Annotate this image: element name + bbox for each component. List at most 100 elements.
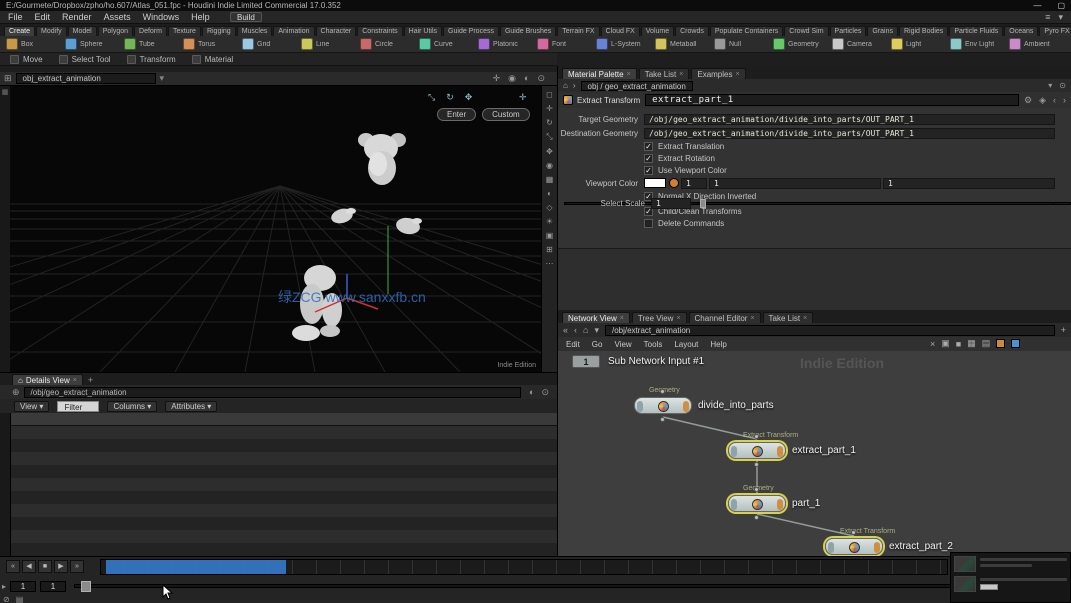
checkbox[interactable]: ✓ bbox=[644, 142, 653, 151]
table-row[interactable] bbox=[11, 491, 557, 504]
color-value-field[interactable]: 1 bbox=[709, 178, 881, 189]
shelf-tool[interactable]: L-System bbox=[596, 38, 653, 50]
select-icon[interactable]: ◻ bbox=[546, 90, 553, 99]
shelf-tool[interactable]: Light bbox=[891, 38, 948, 50]
viewport-menu-icon[interactable]: ⊞ bbox=[4, 73, 12, 84]
shelf-tool[interactable]: Platonic bbox=[478, 38, 535, 50]
pin-icon[interactable]: ⊙ bbox=[537, 73, 545, 84]
network-pane-tab[interactable]: Tree View × bbox=[632, 312, 687, 323]
network-pane-tab[interactable]: Take List × bbox=[763, 312, 814, 323]
frame-slider[interactable] bbox=[74, 584, 1004, 588]
param-path-field[interactable]: /obj/geo_extract_animation/divide_into_p… bbox=[644, 128, 1055, 139]
scale-handle-icon[interactable]: ⤡ bbox=[428, 92, 435, 103]
maximize-button[interactable]: ▢ bbox=[1057, 1, 1065, 10]
range-toggle-icon[interactable]: ▸ bbox=[2, 582, 6, 591]
network-menu-item[interactable]: Layout bbox=[674, 340, 698, 349]
color-ramp-swatch[interactable] bbox=[669, 178, 679, 188]
menu-item[interactable]: Help bbox=[191, 12, 210, 22]
toolbar-item[interactable]: Transform bbox=[127, 55, 176, 64]
details-pane-tab[interactable]: ⌂ Details View × bbox=[12, 374, 83, 385]
desktop-selector[interactable]: Build bbox=[230, 12, 262, 22]
shelf-tool[interactable]: Font bbox=[537, 38, 594, 50]
node-input-connector[interactable] bbox=[851, 530, 856, 535]
table-row[interactable] bbox=[11, 517, 557, 530]
shelf-tool[interactable]: Box bbox=[6, 38, 63, 50]
viewport-pill-button[interactable]: Enter bbox=[437, 108, 476, 121]
toolbar-item[interactable]: Select Tool bbox=[59, 55, 111, 64]
attributes-dropdown[interactable]: Attributes ▾ bbox=[165, 401, 217, 412]
shelf-tool[interactable]: Env Light bbox=[950, 38, 1007, 50]
snap-icon[interactable]: ▦ bbox=[546, 175, 554, 184]
filter-input[interactable]: Filter bbox=[57, 401, 99, 412]
shelf-tool[interactable]: Sphere bbox=[65, 38, 122, 50]
node-input-connector[interactable] bbox=[660, 389, 665, 394]
node-input-flag[interactable] bbox=[731, 446, 737, 457]
network-node-extract_part_1[interactable]: Extract Transformextract_part_1 bbox=[728, 442, 786, 459]
node-output-connector[interactable] bbox=[754, 462, 759, 467]
shelf-tab[interactable]: Model bbox=[68, 26, 97, 36]
shelf-tab[interactable]: Pyro FX bbox=[1039, 26, 1071, 36]
frame-current-field[interactable]: 1 bbox=[40, 581, 66, 592]
toolbar-item[interactable]: Move bbox=[10, 55, 43, 64]
wireframe-icon[interactable]: ◇ bbox=[546, 203, 552, 212]
translate-icon[interactable]: ✛ bbox=[546, 104, 553, 113]
dropdown-arrow-icon[interactable]: ▾ bbox=[594, 325, 599, 336]
copy-icon[interactable]: ▣ bbox=[941, 338, 950, 349]
pan-icon[interactable]: ✥ bbox=[546, 147, 553, 156]
network-menu-item[interactable]: Go bbox=[592, 340, 603, 349]
node-body[interactable] bbox=[825, 538, 883, 555]
shelf-tool[interactable]: Curve bbox=[419, 38, 476, 50]
table-row[interactable] bbox=[11, 530, 557, 543]
shelf-tool[interactable]: Ambient bbox=[1009, 38, 1066, 50]
shelf-tab[interactable]: Volume bbox=[641, 26, 674, 36]
table-row[interactable] bbox=[11, 543, 557, 556]
shelf-tab[interactable]: Crowd Sim bbox=[784, 26, 828, 36]
snap-icon[interactable]: ✛ bbox=[519, 92, 527, 103]
node-display-flag[interactable] bbox=[683, 401, 689, 412]
up-icon[interactable]: ‹ bbox=[574, 325, 577, 335]
stop-button[interactable]: ■ bbox=[38, 560, 52, 573]
network-path-field[interactable]: /obj/extract_animation bbox=[605, 325, 1055, 336]
pane-split-icon[interactable]: ▦ bbox=[0, 88, 10, 96]
minimize-button[interactable]: — bbox=[1033, 1, 1041, 10]
network-menu-item[interactable]: Edit bbox=[566, 340, 580, 349]
pin-icon[interactable]: ⊙ bbox=[1059, 81, 1066, 90]
timeline-track[interactable] bbox=[100, 559, 948, 575]
shelf-tool[interactable]: Metaball bbox=[655, 38, 712, 50]
node-output-connector[interactable] bbox=[754, 515, 759, 520]
shelf-tab[interactable]: Rigid Bodies bbox=[899, 26, 948, 36]
close-icon[interactable]: × bbox=[803, 315, 807, 322]
home-icon[interactable]: ⌂ bbox=[563, 81, 568, 90]
network-menu-item[interactable]: Help bbox=[710, 340, 726, 349]
menu-item[interactable]: Assets bbox=[104, 12, 131, 22]
network-pane-tab[interactable]: Channel Editor × bbox=[689, 312, 761, 323]
dropdown-arrow-icon[interactable]: ▾ bbox=[1048, 81, 1052, 90]
network-node-extract_part_2[interactable]: Extract Transformextract_part_2 bbox=[825, 538, 883, 555]
home-icon[interactable]: ⌂ bbox=[583, 325, 588, 335]
param-slider[interactable] bbox=[697, 202, 1054, 205]
parameter-pane-tab[interactable]: Take List × bbox=[639, 68, 690, 79]
columns-dropdown[interactable]: Columns ▾ bbox=[107, 401, 157, 412]
shelf-tab[interactable]: Create bbox=[4, 26, 35, 36]
arrow-right-icon[interactable]: › bbox=[1063, 95, 1066, 106]
network-menu-item[interactable]: Tools bbox=[644, 340, 663, 349]
table-row[interactable] bbox=[11, 504, 557, 517]
scale-icon[interactable]: ⤡ bbox=[546, 132, 552, 142]
shading-icon[interactable]: ◐ bbox=[547, 189, 552, 198]
viewport-context-field[interactable]: obj_extract_animation bbox=[16, 73, 156, 84]
blue-flag-icon[interactable] bbox=[1011, 339, 1020, 348]
jump-start-button[interactable]: « bbox=[6, 560, 20, 573]
shelf-tab[interactable]: Texture bbox=[168, 26, 201, 36]
table-row[interactable] bbox=[11, 465, 557, 478]
close-icon[interactable]: × bbox=[930, 339, 935, 349]
close-icon[interactable]: × bbox=[676, 315, 680, 322]
shelf-tab[interactable]: Particles bbox=[830, 26, 867, 36]
shelf-tab[interactable]: Guide Brushes bbox=[500, 26, 556, 36]
rotate-handle-icon[interactable]: ↻ bbox=[446, 92, 454, 103]
close-icon[interactable]: × bbox=[735, 71, 739, 78]
back-icon[interactable]: « bbox=[563, 325, 568, 335]
shelf-tool[interactable]: Geometry bbox=[773, 38, 830, 50]
toolbar-item[interactable]: Material bbox=[192, 55, 233, 64]
frame-slider-handle[interactable] bbox=[81, 581, 91, 592]
stop-icon[interactable]: ■ bbox=[956, 339, 961, 349]
